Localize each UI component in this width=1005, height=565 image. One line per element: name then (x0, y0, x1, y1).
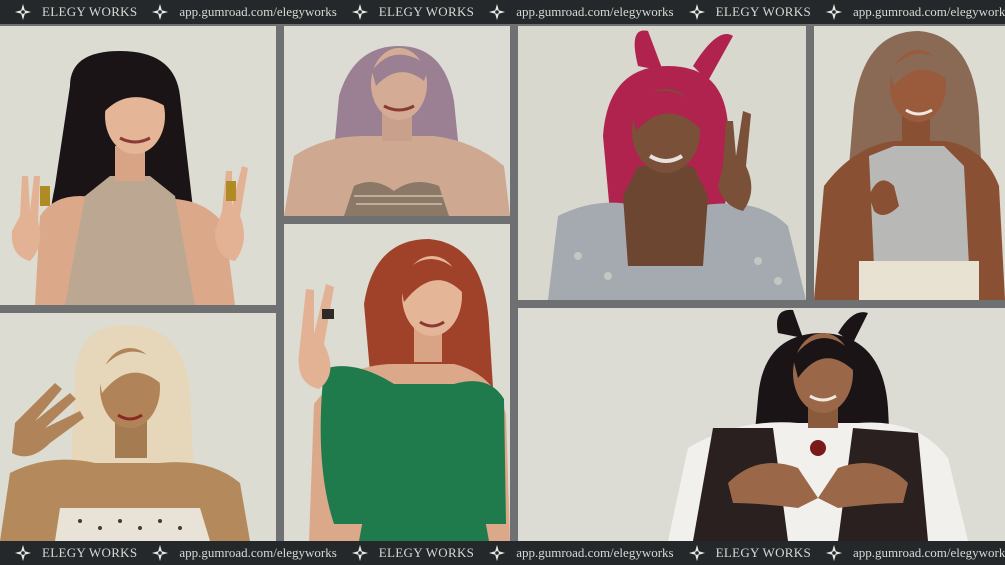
watermark-band-top: ELEGY WORKS app.gumroad.com/elegyworks E… (0, 0, 1005, 24)
watermark-segment: ELEGY WORKS app.gumroad.com/elegyworks (337, 544, 674, 562)
url-text: app.gumroad.com/elegyworks (852, 545, 1005, 560)
brand-text: ELEGY WORKS (378, 4, 475, 19)
panel-black-hair-halter (0, 26, 276, 305)
watermark-segment: ELEGY WORKS app.gumroad.com/elegyworks (337, 3, 674, 21)
brand-text: ELEGY WORKS (715, 545, 811, 560)
four-point-star-icon (152, 544, 169, 562)
four-point-star-icon (351, 544, 368, 562)
four-point-star-icon (14, 544, 32, 562)
four-point-star-icon (825, 3, 843, 21)
url-text: app.gumroad.com/elegyworks (179, 545, 337, 560)
brand-text: ELEGY WORKS (715, 4, 811, 19)
character-illustration (0, 26, 276, 305)
panel-lavender-hair-bikini (284, 26, 510, 216)
panel-auburn-hair-green-top (284, 224, 510, 541)
character-illustration (518, 26, 806, 300)
panel-dark-hair-heart-hands (518, 308, 1005, 541)
four-point-star-icon (688, 544, 705, 562)
four-point-star-icon (688, 3, 705, 21)
character-illustration (518, 308, 1005, 541)
brand-text: ELEGY WORKS (42, 545, 138, 560)
url-text: app.gumroad.com/elegyworks (516, 545, 674, 560)
url-text: app.gumroad.com/elegyworks (516, 4, 674, 19)
four-point-star-icon (489, 544, 506, 562)
panel-red-hair-bunny-ears (518, 26, 806, 300)
four-point-star-icon (351, 3, 368, 21)
panel-brown-hair-tank-top (814, 26, 1005, 300)
four-point-star-icon (825, 544, 843, 562)
panel-blonde-hair-waving (0, 313, 276, 541)
watermark-segment: ELEGY WORKS app.gumroad.com/elegyworks (0, 544, 337, 562)
brand-text: ELEGY WORKS (42, 4, 138, 19)
watermark-segment: ELEGY WORKS app.gumroad.com/elegyworks (674, 544, 1005, 562)
four-point-star-icon (152, 3, 169, 21)
four-point-star-icon (489, 3, 506, 21)
url-text: app.gumroad.com/elegyworks (179, 4, 337, 19)
character-illustration (814, 26, 1005, 300)
watermark-segment: ELEGY WORKS app.gumroad.com/elegyworks (0, 3, 337, 21)
brand-text: ELEGY WORKS (378, 545, 475, 560)
character-illustration (284, 224, 510, 541)
four-point-star-icon (14, 3, 32, 21)
watermark-segment: ELEGY WORKS app.gumroad.com/elegyworks (674, 3, 1005, 21)
url-text: app.gumroad.com/elegyworks (852, 4, 1005, 19)
character-illustration (284, 26, 510, 216)
watermark-band-bottom: ELEGY WORKS app.gumroad.com/elegyworks E… (0, 541, 1005, 565)
character-illustration (0, 313, 276, 541)
